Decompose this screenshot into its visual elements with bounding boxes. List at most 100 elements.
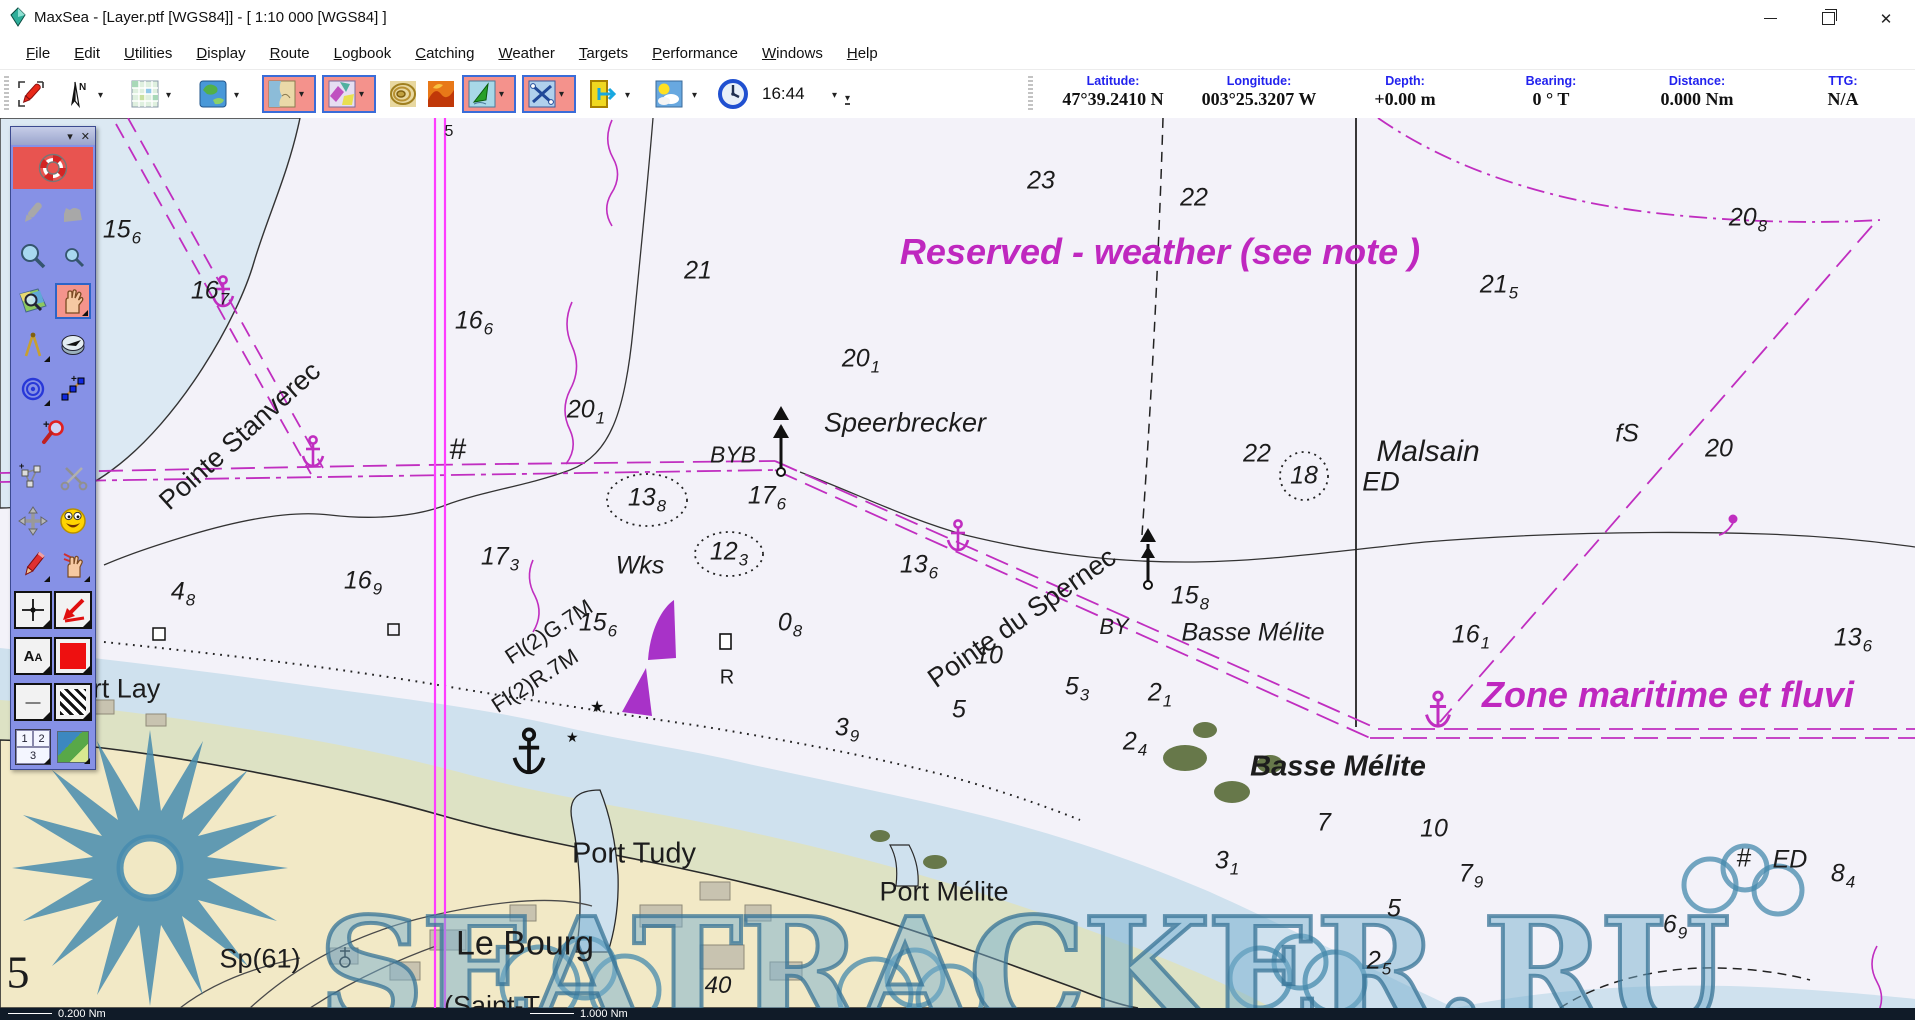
menu-utilities[interactable]: Utilities bbox=[112, 40, 184, 67]
title-bar: MaxSea - [Layer.ptf [WGS84]] - [ 1:10 00… bbox=[0, 0, 1915, 38]
compass-button[interactable] bbox=[55, 327, 91, 363]
chart-label: BY bbox=[1099, 614, 1128, 640]
range-rings-button[interactable] bbox=[15, 371, 51, 407]
palette-title-bar[interactable]: ▾ ✕ bbox=[11, 127, 95, 145]
sounding: 7 bbox=[1317, 809, 1331, 838]
scissors-button[interactable] bbox=[55, 459, 91, 495]
svg-text:+: + bbox=[19, 462, 24, 471]
chart-label: Zone maritime et fluvi bbox=[1482, 674, 1854, 716]
find-zoom-button[interactable]: + bbox=[35, 415, 71, 451]
contour-lines-icon[interactable] bbox=[386, 77, 420, 111]
toolbar-overflow-caret[interactable]: ▾ bbox=[845, 94, 850, 105]
zoom-out-button[interactable] bbox=[55, 239, 91, 275]
sounding: 167 bbox=[191, 277, 229, 310]
sounding: 138 bbox=[628, 484, 666, 517]
palette-close-icon[interactable]: ✕ bbox=[81, 130, 90, 143]
minimize-button[interactable] bbox=[1741, 0, 1799, 37]
chart-thumbnail-button[interactable] bbox=[55, 729, 91, 765]
time-display[interactable]: 16:44 bbox=[762, 84, 805, 104]
dividers-button[interactable] bbox=[15, 327, 51, 363]
draw-disabled-button bbox=[15, 195, 51, 231]
window-split-button[interactable]: 123 bbox=[15, 729, 51, 765]
move-tool-button[interactable] bbox=[15, 503, 51, 539]
menu-logbook[interactable]: Logbook bbox=[322, 40, 404, 67]
terrain-shading-icon[interactable] bbox=[424, 77, 458, 111]
chart-label: # bbox=[450, 433, 467, 467]
sounding: 166 bbox=[455, 307, 493, 340]
sounding: 169 bbox=[344, 567, 382, 600]
menu-file[interactable]: File bbox=[14, 40, 62, 67]
sounding: 24 bbox=[1123, 728, 1147, 761]
fill-color-button[interactable] bbox=[54, 637, 92, 675]
zoom-in-button[interactable] bbox=[15, 239, 51, 275]
sounding: 84 bbox=[1831, 860, 1855, 893]
sounding: 20 bbox=[1705, 435, 1733, 464]
grid-caret[interactable]: ▾ bbox=[166, 90, 171, 101]
chart-label: Pointe du Spernec bbox=[922, 542, 1122, 695]
scale-label-center: 1.000 Nm bbox=[580, 1008, 628, 1020]
menu-weather[interactable]: Weather bbox=[486, 40, 566, 67]
pencil-button[interactable] bbox=[15, 547, 51, 583]
route-plot-icon[interactable]: ▾ bbox=[522, 75, 576, 113]
pan-hand-button[interactable] bbox=[55, 283, 91, 319]
maximize-button[interactable] bbox=[1799, 0, 1857, 37]
red-swatch bbox=[60, 643, 86, 669]
world-map-icon[interactable] bbox=[196, 77, 230, 111]
point-select-button[interactable] bbox=[55, 547, 91, 583]
toolbar: N ▾ ▾ ▾ ▾ ▾ bbox=[0, 70, 1915, 119]
sounding: 123 bbox=[710, 538, 748, 571]
route-edit-button[interactable]: + bbox=[55, 371, 91, 407]
mob-exit-icon[interactable] bbox=[586, 77, 620, 111]
line-style-button[interactable]: — bbox=[14, 683, 52, 721]
sounding: 21 bbox=[684, 257, 712, 286]
bearing-arrow-button[interactable] bbox=[54, 591, 92, 629]
toolbar-grip[interactable] bbox=[4, 76, 9, 112]
hatch-pattern-button[interactable] bbox=[54, 683, 92, 721]
center-crosshair-button[interactable] bbox=[14, 591, 52, 629]
chart-label: fS bbox=[1615, 420, 1639, 449]
world-map-caret[interactable]: ▾ bbox=[234, 90, 239, 101]
menu-performance[interactable]: Performance bbox=[640, 40, 750, 67]
vector-chart-icon[interactable]: ▾ bbox=[322, 75, 376, 113]
sounding: 161 bbox=[1452, 621, 1490, 654]
own-ship-icon[interactable]: ▾ bbox=[462, 75, 516, 113]
lifebuoy-icon bbox=[36, 151, 70, 185]
raster-chart-icon[interactable]: ▾ bbox=[262, 75, 316, 113]
menu-display[interactable]: Display bbox=[184, 40, 257, 67]
menu-catching[interactable]: Catching bbox=[403, 40, 486, 67]
weather-caret[interactable]: ▾ bbox=[692, 90, 697, 101]
fields-grip[interactable] bbox=[1028, 76, 1033, 112]
palette-menu-caret[interactable]: ▾ bbox=[67, 130, 73, 143]
menu-help[interactable]: Help bbox=[835, 40, 890, 67]
window-title: MaxSea - [Layer.ptf [WGS84]] - [ 1:10 00… bbox=[34, 9, 387, 26]
clock-icon[interactable] bbox=[716, 77, 750, 111]
close-button[interactable]: ✕ bbox=[1857, 0, 1915, 37]
lifebuoy-button[interactable] bbox=[13, 147, 93, 189]
chart-thumbnail-icon bbox=[57, 731, 89, 763]
mob-exit-caret[interactable]: ▾ bbox=[625, 90, 630, 101]
draw-route-icon[interactable] bbox=[14, 77, 48, 111]
chart-label: Basse Mélite bbox=[1250, 751, 1426, 784]
menu-targets[interactable]: Targets bbox=[567, 40, 640, 67]
stamp-disabled-button bbox=[55, 195, 91, 231]
chart-label: # bbox=[1737, 843, 1751, 874]
weather-icon[interactable] bbox=[652, 77, 686, 111]
chart-label: Malsain bbox=[1376, 435, 1479, 469]
hatch-swatch bbox=[60, 689, 86, 715]
menu-edit[interactable]: Edit bbox=[62, 40, 112, 67]
chart-label: Speerbrecker bbox=[824, 408, 986, 439]
network-plus-button[interactable]: + bbox=[15, 459, 51, 495]
north-up-caret[interactable]: ▾ bbox=[98, 90, 103, 101]
menu-route[interactable]: Route bbox=[258, 40, 322, 67]
chart-zoom-button[interactable] bbox=[15, 283, 51, 319]
north-up-icon[interactable]: N bbox=[60, 77, 94, 111]
menu-windows[interactable]: Windows bbox=[750, 40, 835, 67]
svg-text:+: + bbox=[71, 374, 77, 385]
time-caret[interactable]: ▾ bbox=[832, 90, 837, 101]
chart-canvas[interactable]: ★ ★ SEATRACKER.RU 1561671662123222082 bbox=[0, 118, 1915, 1008]
text-label-button[interactable]: AA bbox=[14, 637, 52, 675]
chart-label: Port Mélite bbox=[879, 877, 1008, 908]
grid-icon[interactable] bbox=[128, 77, 162, 111]
text-label-glyph: AA bbox=[24, 648, 43, 665]
smiley-button[interactable] bbox=[55, 503, 91, 539]
